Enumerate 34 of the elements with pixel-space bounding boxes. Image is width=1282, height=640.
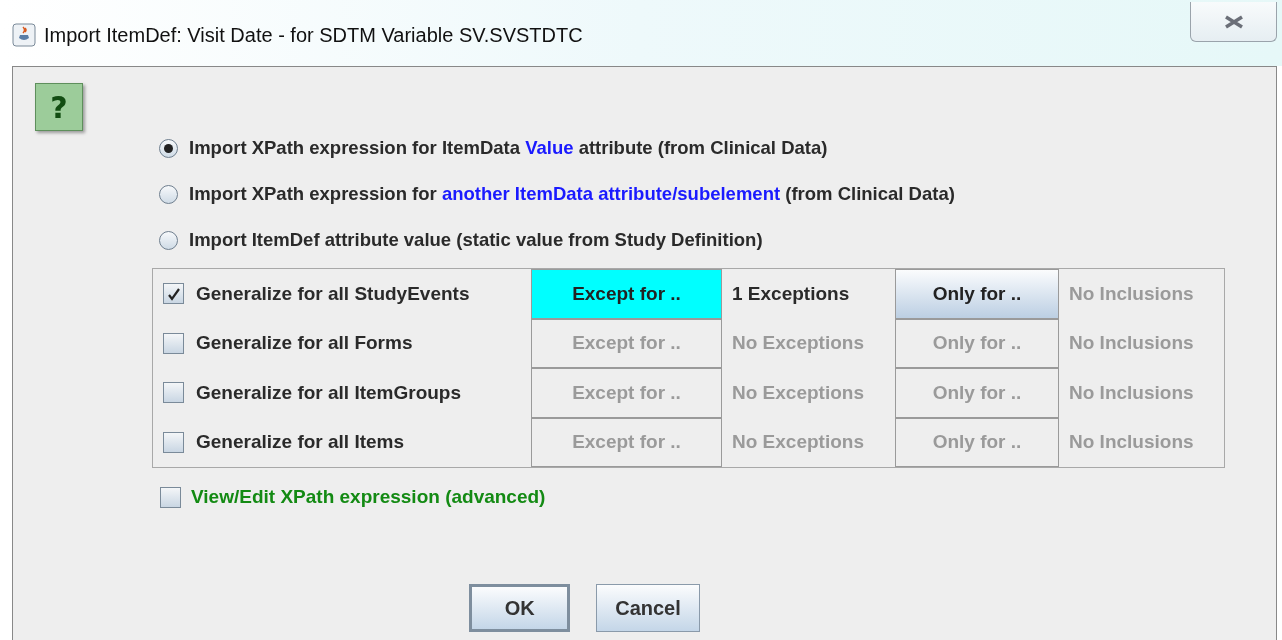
- radio-button[interactable]: [159, 138, 178, 158]
- generalize-label: Generalize for all Forms: [196, 331, 413, 355]
- window-title: Import ItemDef: Visit Date - for SDTM Variable SV.SVSTDTC: [44, 23, 583, 48]
- except-for-button[interactable]: Except for ..: [531, 269, 722, 319]
- java-cup-icon: [12, 23, 36, 47]
- inclusions-status: No Inclusions: [1069, 380, 1194, 405]
- inclusions-status: No Inclusions: [1069, 430, 1194, 454]
- exceptions-status: No Exceptions: [732, 380, 864, 405]
- cancel-button[interactable]: Cancel: [596, 583, 700, 632]
- checkbox[interactable]: [163, 382, 184, 404]
- generalize-label: Generalize for all ItemGroups: [196, 380, 462, 405]
- checkbox[interactable]: [160, 486, 181, 508]
- generalize-label: Generalize for all StudyEvents: [196, 281, 470, 306]
- exceptions-status: No Exceptions: [732, 331, 864, 355]
- radio-button[interactable]: [159, 184, 178, 204]
- exceptions-status: No Exceptions: [732, 430, 864, 454]
- option-label: Import XPath expression for ItemData Value attribute (from Clinical Data): [189, 136, 828, 161]
- checkbox[interactable]: [163, 431, 184, 453]
- inclusions-status: No Inclusions: [1069, 281, 1194, 306]
- advanced-option-label: View/Edit XPath expression (advanced): [191, 485, 546, 509]
- option-label: Import ItemDef attribute value (static value from Study Definition): [189, 228, 763, 253]
- option-label: Import XPath expression for another ItemData attribute/subelement (from Clinical Data): [189, 182, 955, 207]
- help-button[interactable]: ?: [35, 83, 83, 131]
- close-button[interactable]: [1190, 2, 1277, 42]
- checkbox[interactable]: [163, 332, 184, 354]
- close-icon: [1222, 14, 1245, 29]
- checkbox[interactable]: [163, 283, 184, 305]
- check-icon: [166, 286, 181, 301]
- exceptions-status: 1 Exceptions: [732, 281, 850, 306]
- ok-button[interactable]: OK: [469, 583, 571, 632]
- generalize-label: Generalize for all Items: [196, 430, 405, 454]
- radio-button[interactable]: [159, 230, 178, 250]
- inclusions-status: No Inclusions: [1069, 331, 1194, 355]
- only-for-button[interactable]: Only for ..: [895, 269, 1059, 319]
